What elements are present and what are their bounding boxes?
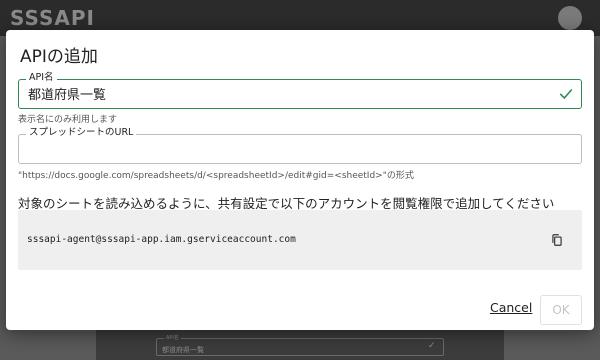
ok-button[interactable]: OK: [540, 295, 582, 325]
background-field-value: 都道府県一覧: [162, 346, 204, 354]
service-account-email: sssapi-agent@sssapi-app.iam.gserviceacco…: [27, 234, 296, 245]
check-icon: [559, 89, 573, 99]
app-icon[interactable]: [558, 6, 582, 30]
background-check-icon: ✓: [428, 341, 436, 351]
cancel-button[interactable]: Cancel: [490, 300, 532, 315]
background-field-label: API名: [164, 334, 181, 341]
add-api-dialog: APIの追加 API名 表示名にのみ利用します スプレッドシートのURL "ht…: [6, 30, 594, 330]
api-name-label: API名: [26, 72, 57, 84]
service-account-box: sssapi-agent@sssapi-app.iam.gserviceacco…: [18, 210, 582, 270]
api-name-field[interactable]: API名: [18, 72, 582, 109]
dialog-title: APIの追加: [20, 47, 98, 67]
spreadsheet-url-input[interactable]: [28, 141, 548, 156]
spreadsheet-url-field[interactable]: スプレッドシートのURL: [18, 127, 582, 164]
api-name-helper: 表示名にのみ利用します: [18, 115, 118, 125]
spreadsheet-url-helper: "https://docs.google.com/spreadsheets/d/…: [18, 171, 414, 181]
api-name-input[interactable]: [28, 86, 548, 101]
spreadsheet-url-label: スプレッドシートのURL: [26, 127, 137, 139]
copy-icon[interactable]: [550, 233, 564, 247]
app-logo: SSSAPI: [10, 6, 95, 30]
